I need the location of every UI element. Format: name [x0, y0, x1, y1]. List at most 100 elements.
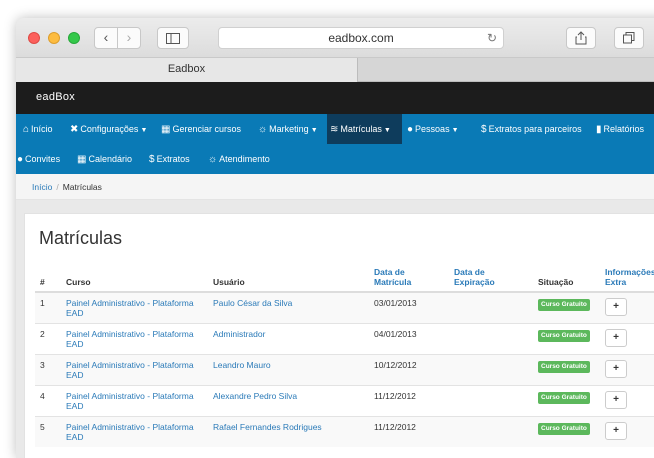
menu-item-convites[interactable]: ● Convites: [16, 144, 63, 174]
sidebar-icon: [166, 33, 180, 44]
cell-data-matricula: 03/01/2013: [369, 291, 449, 323]
cell-num: 2: [35, 322, 61, 354]
forward-button[interactable]: ›: [117, 27, 141, 49]
cell-data-expiracao: [449, 353, 533, 385]
extra-info-button[interactable]: +: [605, 359, 627, 378]
menu-item-matriculas[interactable]: ≋ Matrículas ▼: [327, 114, 402, 144]
back-button[interactable]: ‹: [94, 27, 118, 49]
cell-data-matricula: 11/12/2012: [369, 415, 449, 447]
cell-data-expiracao: [449, 384, 533, 416]
col-header-situacao: Situação: [533, 262, 600, 293]
col-header-data-expiracao[interactable]: Data de Expiração: [449, 262, 533, 293]
status-badge: Curso Gratuito: [538, 360, 590, 373]
browser-window: ‹ › eadbox.com ↻ Eadbox eadBox ⌂ Início ✖…: [16, 18, 654, 458]
col-header-data-matricula[interactable]: Data de Matrícula: [369, 262, 449, 293]
table-row: 4 Painel Administrativo - Plataforma EAD…: [35, 384, 654, 416]
extra-info-button[interactable]: +: [605, 421, 627, 440]
breadcrumb: Início / Matrículas: [16, 174, 654, 200]
cell-num: 4: [35, 384, 61, 416]
status-badge: Curso Gratuito: [538, 329, 590, 342]
cell-num: 3: [35, 353, 61, 385]
browser-tab-bar: Eadbox: [16, 58, 654, 82]
course-link[interactable]: Painel Administrativo - Plataforma EAD: [66, 422, 194, 442]
table-row: 1 Painel Administrativo - Plataforma EAD…: [35, 291, 654, 323]
course-link[interactable]: Painel Administrativo - Plataforma EAD: [66, 298, 194, 318]
menu-item-pessoas[interactable]: ● Pessoas ▼: [404, 114, 462, 144]
dollar-icon: $: [481, 124, 487, 135]
sidebar-toggle-button[interactable]: [157, 27, 189, 49]
calendar-icon: ▦: [77, 154, 87, 165]
app-logo[interactable]: eadBox: [36, 91, 75, 103]
zoom-window-button[interactable]: [68, 32, 80, 44]
caret-down-icon: ▼: [140, 127, 148, 134]
extra-info-button[interactable]: +: [605, 298, 627, 316]
wrench-icon: ✖: [70, 124, 79, 135]
user-link[interactable]: Rafael Fernandes Rodrigues: [213, 422, 322, 432]
minimize-window-button[interactable]: [48, 32, 60, 44]
status-badge: Curso Gratuito: [538, 299, 590, 311]
users-icon: ●: [17, 154, 24, 165]
course-link[interactable]: Painel Administrativo - Plataforma EAD: [66, 329, 194, 349]
extra-info-button[interactable]: +: [605, 328, 627, 347]
menu-item-gerenciar-cursos[interactable]: ▦ Gerenciar cursos: [158, 114, 244, 144]
browser-tab[interactable]: Eadbox: [16, 58, 358, 82]
enrollments-table: # Curso Usuário Data de Matrícula Data de…: [35, 262, 654, 447]
main-menu: ⌂ Início ✖ Configurações ▼ ▦ Gerenciar curso…: [16, 114, 654, 174]
lightbulb-icon: ☼: [258, 124, 268, 135]
cell-num: 1: [35, 291, 61, 323]
table-row: 5 Painel Administrativo - Plataforma EAD…: [35, 415, 654, 447]
table-row: 3 Painel Administrativo - Plataforma EAD…: [35, 353, 654, 385]
tabs-overview-button[interactable]: [614, 27, 644, 49]
cell-data-expiracao: [449, 415, 533, 447]
breadcrumb-current: Matrículas: [62, 182, 102, 192]
caret-down-icon: ▼: [310, 127, 318, 134]
cell-data-matricula: 11/12/2012: [369, 384, 449, 416]
cell-data-matricula: 04/01/2013: [369, 322, 449, 354]
course-link[interactable]: Painel Administrativo - Plataforma EAD: [66, 360, 194, 380]
breadcrumb-separator: /: [56, 182, 59, 192]
cell-num: 5: [35, 415, 61, 447]
cell-data-expiracao: [449, 322, 533, 354]
dollar-icon: $: [149, 154, 155, 165]
url-text: eadbox.com: [328, 31, 394, 45]
browser-titlebar: ‹ › eadbox.com ↻: [16, 18, 654, 58]
tabs-icon: [623, 32, 635, 44]
status-badge: Curso Gratuito: [538, 391, 590, 404]
app-header: eadBox: [16, 82, 654, 114]
extra-info-button[interactable]: +: [605, 390, 627, 409]
share-button[interactable]: [566, 27, 596, 49]
chart-icon: ▮: [596, 124, 602, 135]
user-icon: ●: [407, 124, 414, 135]
address-bar[interactable]: eadbox.com ↻: [218, 27, 504, 49]
menu-item-atendimento[interactable]: ☼ Atendimento: [205, 144, 273, 174]
user-link[interactable]: Administrador: [213, 329, 265, 339]
menu-item-extratos[interactable]: $ Extratos: [146, 144, 193, 174]
caret-down-icon: ▼: [383, 127, 391, 134]
menu-item-marketing[interactable]: ☼ Marketing ▼: [255, 114, 321, 144]
menu-item-configuracoes[interactable]: ✖ Configurações ▼: [67, 114, 150, 144]
chevron-left-icon: ‹: [103, 29, 109, 45]
layers-icon: ≋: [330, 124, 339, 135]
menu-item-extratos-parceiros[interactable]: $ Extratos para parceiros: [478, 114, 585, 144]
share-icon: [575, 31, 587, 45]
course-link[interactable]: Painel Administrativo - Plataforma EAD: [66, 391, 194, 411]
col-header-curso: Curso: [61, 262, 208, 293]
table-row: 2 Painel Administrativo - Plataforma EAD…: [35, 322, 654, 354]
reload-icon[interactable]: ↻: [487, 28, 497, 48]
menu-item-relatorios[interactable]: ▮ Relatórios: [593, 114, 647, 144]
chevron-right-icon: ›: [126, 29, 132, 45]
breadcrumb-home-link[interactable]: Início: [32, 182, 52, 192]
user-link[interactable]: Leandro Mauro: [213, 360, 271, 370]
menu-item-calendario[interactable]: ▦ Calendário: [74, 144, 135, 174]
caret-down-icon: ▼: [451, 127, 459, 134]
col-header-usuario: Usuário: [208, 262, 369, 293]
close-window-button[interactable]: [28, 32, 40, 44]
col-header-info-extra[interactable]: Informações Extra: [600, 262, 654, 293]
cell-data-matricula: 10/12/2012: [369, 353, 449, 385]
courses-icon: ▦: [161, 124, 171, 135]
user-link[interactable]: Alexandre Pedro Silva: [213, 391, 297, 401]
home-icon: ⌂: [23, 124, 30, 135]
menu-item-inicio[interactable]: ⌂ Início: [20, 114, 56, 144]
user-link[interactable]: Paulo César da Silva: [213, 298, 292, 308]
status-badge: Curso Gratuito: [538, 422, 590, 435]
